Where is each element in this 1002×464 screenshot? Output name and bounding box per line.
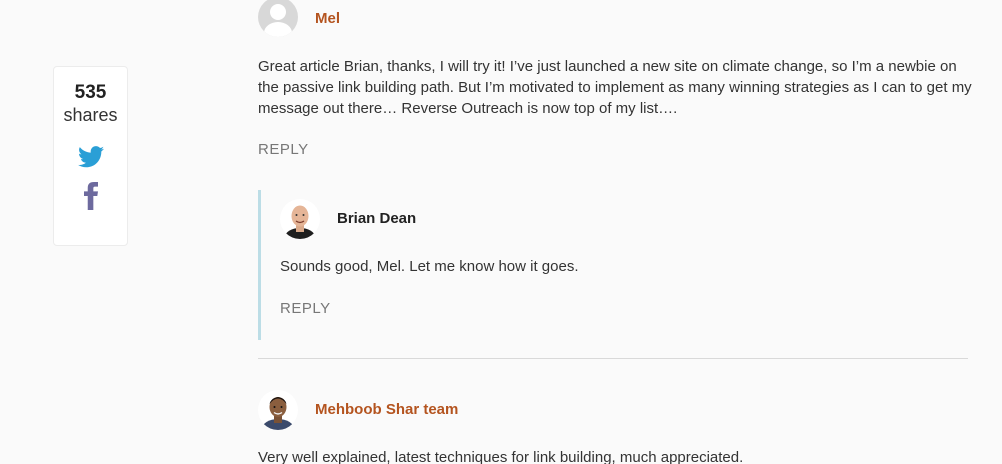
reply-button[interactable]: REPLY — [258, 141, 309, 158]
facebook-icon[interactable] — [83, 182, 99, 210]
person-photo-icon — [280, 199, 320, 239]
comment-author[interactable]: Mehboob Shar team — [315, 401, 458, 418]
thread-indent-bar — [258, 190, 261, 340]
share-label: shares — [63, 105, 118, 125]
reply-button[interactable]: REPLY — [280, 300, 331, 317]
comment-author: Brian Dean — [337, 210, 417, 227]
avatar-brian-dean — [280, 199, 320, 239]
avatar-mel — [258, 0, 298, 37]
share-widget: 535 shares — [53, 66, 128, 246]
comment-text: Very well explained, latest techniques f… — [258, 449, 744, 464]
comment-text: Great article Brian, thanks, I will try … — [258, 58, 972, 117]
comment-divider — [258, 358, 968, 359]
avatar-mehboob-shar — [258, 390, 298, 430]
default-avatar-icon — [258, 0, 298, 37]
person-photo-icon — [258, 390, 298, 430]
comment-text: Sounds good, Mel. Let me know how it goe… — [280, 258, 579, 275]
share-count: 535 — [74, 82, 107, 103]
comment-author[interactable]: Mel — [315, 10, 340, 27]
twitter-icon[interactable] — [77, 146, 104, 168]
